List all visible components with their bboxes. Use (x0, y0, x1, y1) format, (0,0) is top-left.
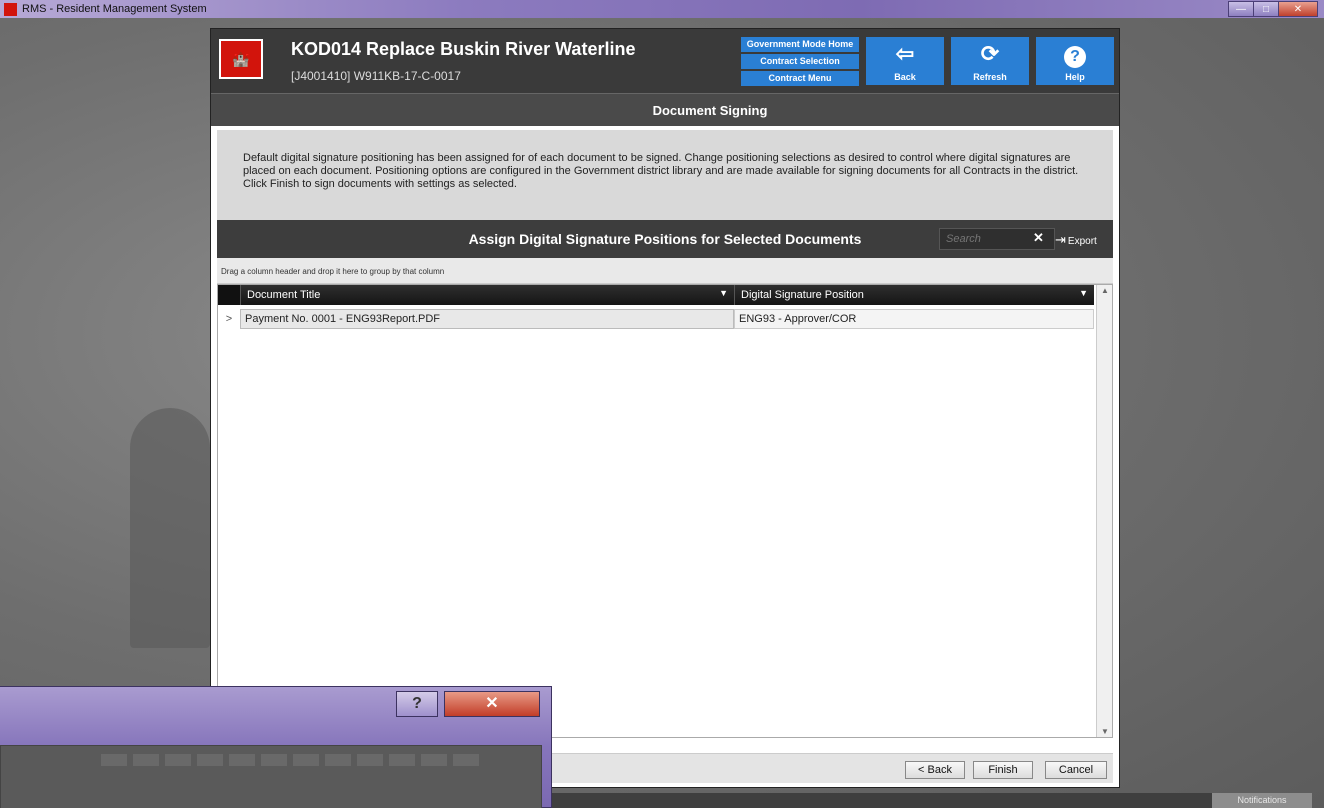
main-panel: 🏰 KOD014 Replace Buskin River Waterline … (210, 28, 1120, 788)
nav-links: Government Mode Home Contract Selection … (741, 37, 859, 88)
dialog-close-button[interactable]: ✕ (444, 691, 540, 717)
help-button-label: Help (1065, 72, 1085, 82)
help-button[interactable]: ? Help (1036, 37, 1114, 85)
maximize-button[interactable]: □ (1253, 1, 1279, 17)
dialog-background-pattern (101, 754, 481, 766)
dialog-body (0, 745, 542, 808)
scroll-up-icon[interactable]: ▲ (1097, 286, 1113, 295)
column-header-document-title[interactable]: Document Title ▼ (240, 285, 734, 305)
refresh-icon: ⟳ (980, 41, 1000, 66)
page-title: Document Signing (211, 93, 1119, 126)
app-icon (4, 2, 17, 16)
wizard-back-button[interactable]: < Back (905, 761, 965, 779)
export-icon: ⇥ (1055, 232, 1066, 247)
scroll-down-icon[interactable]: ▼ (1097, 727, 1113, 736)
contract-menu-link[interactable]: Contract Menu (741, 71, 859, 86)
minimize-button[interactable]: — (1228, 1, 1254, 17)
app-header: 🏰 KOD014 Replace Buskin River Waterline … (211, 29, 1119, 93)
back-button[interactable]: ⇦ Back (866, 37, 944, 85)
back-button-label: Back (894, 72, 916, 82)
row-expander-icon[interactable]: > (218, 309, 240, 329)
export-button[interactable]: ⇥ Export (1055, 232, 1097, 248)
cancel-button[interactable]: Cancel (1045, 761, 1107, 779)
table-row[interactable]: > Payment No. 0001 - ENG93Report.PDF ENG… (218, 309, 1094, 329)
column-header-label: Digital Signature Position (741, 289, 864, 301)
export-label: Export (1067, 236, 1097, 247)
column-header-signature-position[interactable]: Digital Signature Position ▼ (734, 285, 1094, 305)
refresh-button[interactable]: ⟳ Refresh (951, 37, 1029, 85)
contract-selection-link[interactable]: Contract Selection (741, 54, 859, 69)
close-window-button[interactable]: ✕ (1278, 1, 1318, 17)
project-contract-number: [J4001410] W911KB-17-C-0017 (291, 69, 461, 83)
government-mode-home-link[interactable]: Government Mode Home (741, 37, 859, 52)
column-header-label: Document Title (247, 289, 321, 301)
usace-castle-logo: 🏰 (219, 39, 263, 79)
help-icon: ? (1064, 46, 1086, 68)
bottom-strip (546, 793, 1212, 808)
project-title: KOD014 Replace Buskin River Waterline (291, 39, 636, 59)
refresh-button-label: Refresh (973, 72, 1007, 82)
group-by-drop-area[interactable]: Drag a column header and drop it here to… (217, 258, 1113, 284)
dialog-window: ? ✕ (0, 686, 552, 808)
finish-button[interactable]: Finish (973, 761, 1033, 779)
signature-position-select[interactable]: ENG93 - Approver/COR (734, 309, 1094, 329)
documents-grid: Document Title ▼ Digital Signature Posit… (217, 284, 1113, 738)
grid-header: Assign Digital Signature Positions for S… (217, 220, 1113, 258)
window-controls: — □ ✕ (1228, 1, 1318, 17)
vertical-scrollbar[interactable]: ▲ ▼ (1096, 285, 1112, 737)
window-titlebar: RMS - Resident Management System — □ ✕ (0, 0, 1324, 18)
dialog-help-button[interactable]: ? (396, 691, 438, 717)
instructions-text: Default digital signature positioning ha… (217, 130, 1113, 220)
filter-icon[interactable]: ▼ (719, 288, 728, 298)
notifications-tab[interactable]: Notifications (1212, 793, 1312, 808)
clear-search-icon[interactable]: ✕ (1033, 230, 1044, 246)
column-header-indent (218, 285, 240, 305)
back-arrow-icon: ⇦ (895, 41, 915, 66)
window-title: RMS - Resident Management System (22, 3, 207, 15)
filter-icon[interactable]: ▼ (1079, 288, 1088, 298)
document-title-cell[interactable]: Payment No. 0001 - ENG93Report.PDF (240, 309, 734, 329)
background-figure (130, 408, 210, 648)
